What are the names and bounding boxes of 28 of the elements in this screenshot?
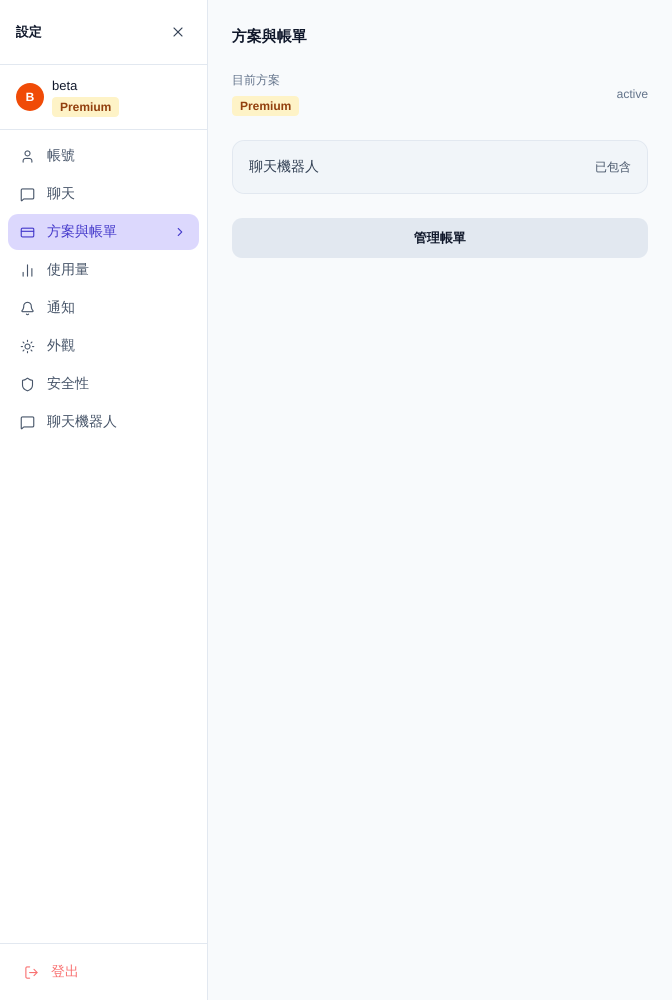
plan-badge: Premium [52,96,120,116]
sidebar-item[interactable]: 外觀 [8,328,199,364]
sidebar-item[interactable]: 聊天機器人 [8,404,199,440]
plan-badge: Premium [232,96,300,116]
avatar: B [16,83,44,111]
manage-billing-button[interactable]: 管理帳單 [232,218,648,258]
sun-icon [20,338,35,354]
sidebar-item[interactable]: 聊天 [8,176,199,212]
person-icon [20,148,35,164]
sidebar-item[interactable]: 方案與帳單 [8,214,199,250]
plan-status: active [616,87,648,101]
sidebar-item[interactable]: 使用量 [8,252,199,288]
chat-bubble-icon [20,414,35,430]
card-icon [20,224,35,240]
bar-chart-icon [20,262,35,278]
sidebar-item[interactable]: 安全性 [8,366,199,402]
page-title: 方案與帳單 [232,26,308,47]
sidebar-item[interactable]: 帳號 [8,138,199,174]
current-plan-label: 目前方案 [232,72,280,88]
shield-icon [20,376,35,392]
feature-status: 已包含 [595,158,631,176]
bell-icon [20,300,35,316]
feature-name: 聊天機器人 [249,158,319,176]
sidebar-title: 設定 [16,23,42,41]
user-name: beta [52,78,78,94]
chat-bubble-icon [20,186,35,202]
logout-icon [24,964,39,980]
sidebar-item[interactable]: 通知 [8,290,199,326]
